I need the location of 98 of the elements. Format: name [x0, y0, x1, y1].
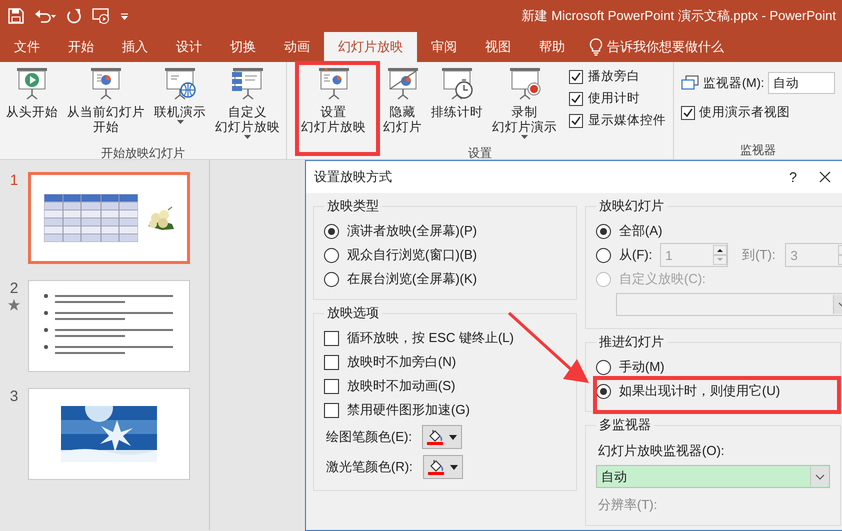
checkbox-label: 播放旁白 [588, 68, 640, 85]
undo-icon[interactable] [34, 8, 56, 24]
redo-icon[interactable] [66, 8, 82, 24]
group-title: 放映幻灯片 [598, 197, 665, 215]
group-label: 监视器 [739, 142, 777, 159]
ribbon-tab[interactable]: 帮助 [525, 32, 579, 62]
slideshow-icon[interactable] [92, 7, 110, 25]
ribbon-button[interactable]: 排练计时 [428, 64, 486, 145]
ribbon-tab[interactable]: 开始 [54, 32, 108, 62]
ribbon-button[interactable]: 隐藏 幻灯片 [380, 64, 425, 145]
radio-button[interactable] [596, 360, 611, 374]
field-label: 监视器(M): [703, 74, 764, 92]
radio-label: 观众自行浏览(窗口)(B) [347, 246, 477, 264]
save-icon[interactable] [8, 8, 24, 24]
monitors-icon [681, 75, 699, 91]
checkbox[interactable] [324, 378, 339, 394]
checkbox[interactable] [681, 106, 695, 120]
screen-globe-icon [162, 66, 198, 102]
radio-button[interactable] [596, 224, 611, 238]
radio-label: 演讲者放映(全屏幕)(P) [347, 222, 477, 240]
field-label: 激光笔颜色(R): [326, 458, 413, 476]
field-label: 幻灯片放映监视器(O): [597, 442, 726, 460]
slide-number: 2 [10, 280, 18, 297]
screen-list-icon [230, 66, 266, 102]
radio-label: 如果出现计时，则使用它(U) [619, 382, 780, 400]
lightbulb-icon [589, 38, 603, 56]
screen-clock-icon [439, 66, 475, 102]
radio-label: 手动(M) [619, 358, 664, 376]
ribbon-tab[interactable]: 幻灯片放映 [324, 32, 417, 62]
checkbox[interactable] [324, 402, 339, 418]
paint-bucket-icon [426, 429, 443, 442]
checkbox-label: 循环放映，按 ESC 键终止(L) [347, 329, 514, 347]
ribbon-button[interactable]: 自定义 幻灯片放映 [212, 64, 283, 145]
group-title: 放映选项 [326, 304, 380, 322]
window-title: 新建 Microsoft PowerPoint 演示文稿.pptx - PowerPoint [522, 7, 836, 25]
screen-pie-chart-icon [88, 66, 124, 102]
checkbox[interactable] [569, 92, 583, 106]
group-label: 开始放映幻灯片 [100, 145, 186, 162]
field-label: 分辨率(T): [597, 496, 658, 514]
group-label: 设置 [467, 145, 493, 162]
radio-button[interactable] [596, 248, 611, 262]
slide-number: 3 [10, 388, 18, 405]
group-title: 多监视器 [598, 416, 652, 434]
checkbox-label: 放映时不加动画(S) [347, 377, 456, 395]
checkbox[interactable] [569, 70, 583, 84]
caret-icon [450, 464, 458, 470]
radio-button[interactable] [596, 384, 611, 398]
radio-label: 在展台浏览(全屏幕)(K) [347, 270, 477, 288]
radio-label: 自定义放映(C): [619, 270, 706, 288]
monitor-dropdown[interactable]: 自动 [768, 72, 835, 94]
dialog-title: 设置放映方式 [314, 168, 393, 186]
ribbon-tab[interactable]: 视图 [471, 32, 525, 62]
radio-label: 全部(A) [619, 222, 662, 240]
radio-label: 从(F): [619, 246, 652, 264]
dropdown-button[interactable] [810, 467, 829, 486]
checkbox-label: 使用演示者视图 [699, 104, 790, 121]
color-picker-button[interactable] [422, 455, 463, 479]
ribbon-button[interactable]: 录制 幻灯片演示 [489, 64, 560, 145]
ribbon-tab[interactable]: 切换 [216, 32, 270, 62]
ribbon-button[interactable]: 联机演示 [151, 64, 209, 145]
dropdown-field[interactable] [616, 293, 842, 316]
slide-thumbnail[interactable] [28, 172, 190, 264]
help-button[interactable]: ? [778, 169, 808, 185]
field-label: 绘图笔颜色(E): [326, 428, 412, 446]
slide-number: 1 [10, 172, 18, 189]
radio-button[interactable] [324, 272, 339, 286]
color-picker-button[interactable] [422, 425, 462, 449]
customize-caret-icon[interactable] [120, 12, 129, 20]
field-label: 到(T): [742, 246, 776, 264]
checkbox[interactable] [324, 330, 339, 346]
ribbon-button[interactable]: 设置 幻灯片放映 [298, 64, 369, 145]
screen-play-icon [14, 66, 50, 102]
ribbon-tab[interactable]: 插入 [108, 32, 162, 62]
radio-button[interactable] [324, 224, 339, 238]
checkbox-label: 使用计时 [588, 90, 640, 107]
checkbox-label: 禁用硬件图形加速(G) [347, 401, 470, 419]
close-icon [819, 171, 831, 183]
ribbon-button[interactable]: 从当前幻灯片 开始 [64, 64, 148, 145]
paint-bucket-icon [428, 459, 444, 472]
slide-thumbnail[interactable] [28, 388, 190, 480]
radio-button[interactable] [324, 248, 339, 262]
ribbon-tab[interactable]: 审阅 [417, 32, 471, 62]
checkbox-label: 显示媒体控件 [588, 112, 666, 129]
chevron-down-icon [815, 474, 825, 480]
group-title: 放映类型 [326, 197, 380, 215]
spin-arrows-icon[interactable] [713, 245, 728, 265]
search-hint[interactable]: 告诉我你想要做什么 [607, 38, 724, 56]
ribbon-tab[interactable]: 文件 [0, 32, 54, 62]
checkbox[interactable] [569, 114, 583, 128]
ribbon-button[interactable]: 从头开始 [3, 64, 61, 145]
group-title: 推进幻灯片 [598, 333, 665, 351]
checkbox[interactable] [324, 354, 339, 370]
dropdown-field[interactable]: 自动 [596, 465, 830, 488]
checkbox-label: 放映时不加旁白(N) [347, 353, 456, 371]
ribbon-tab[interactable]: 设计 [162, 32, 216, 62]
ribbon-tab[interactable]: 动画 [270, 32, 324, 62]
caret-icon [448, 434, 457, 440]
slide-thumbnail[interactable] [28, 280, 190, 372]
